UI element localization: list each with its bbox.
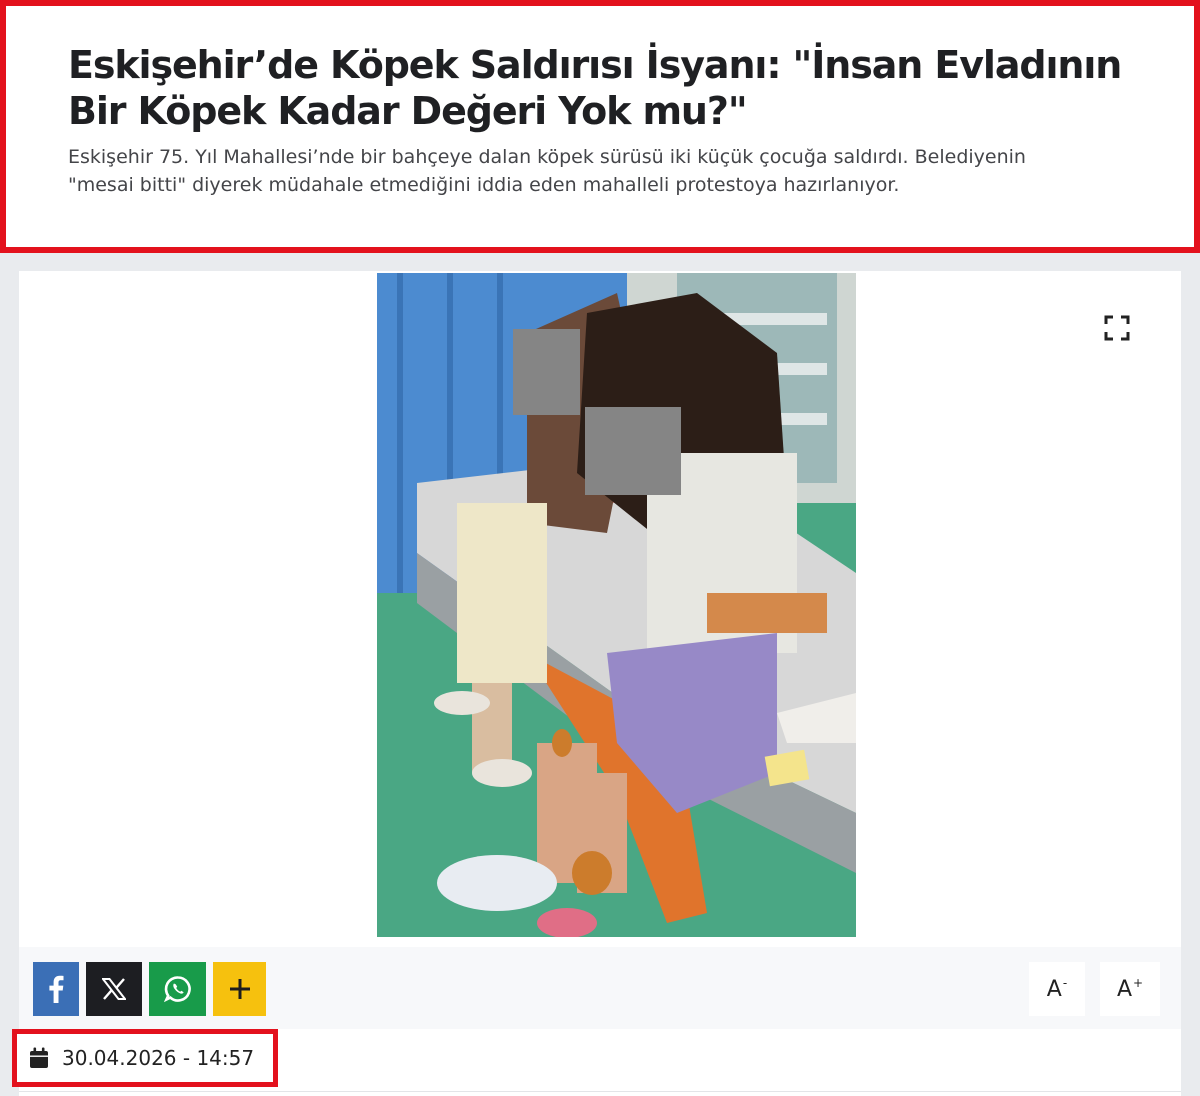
whatsapp-icon [163,976,191,1003]
font-increase-sign: + [1133,976,1144,990]
font-decrease-letter: A [1046,976,1062,1002]
share-whatsapp-button[interactable] [149,962,206,1016]
share-x-button[interactable] [86,962,142,1016]
article-summary: Eskişehir 75. Yıl Mahallesi’nde bir bahç… [68,146,1026,196]
publish-date-text: 30.04.2026 - 14:57 [62,1046,255,1070]
publish-date: 30.04.2026 - 14:57 [12,1029,278,1087]
plus-icon [229,979,250,999]
share-more-button[interactable] [213,962,266,1016]
article-card: A- A + 30.04.2026 - 14:57 [12,271,1181,1096]
divider [19,1091,1181,1092]
article-photo[interactable] [377,273,856,937]
font-decrease-button[interactable]: A- [1029,962,1085,1016]
font-increase-letter: A [1116,976,1132,1002]
facebook-icon [49,975,64,1003]
font-increase-button[interactable]: A + [1100,962,1160,1016]
calendar-icon [30,1047,48,1068]
fullscreen-icon [1104,315,1130,341]
fullscreen-button[interactable] [1102,313,1132,343]
x-icon [102,978,126,1000]
headline-section: Eskişehir’de Köpek Saldırısı İsyanı: "İn… [0,0,1200,253]
font-decrease-sign: - [1062,976,1068,990]
article-title: Eskişehir’de Köpek Saldırısı İsyanı: "İn… [68,43,1122,133]
article-toolbar: A- A + [19,947,1181,1029]
share-facebook-button[interactable] [33,962,79,1016]
